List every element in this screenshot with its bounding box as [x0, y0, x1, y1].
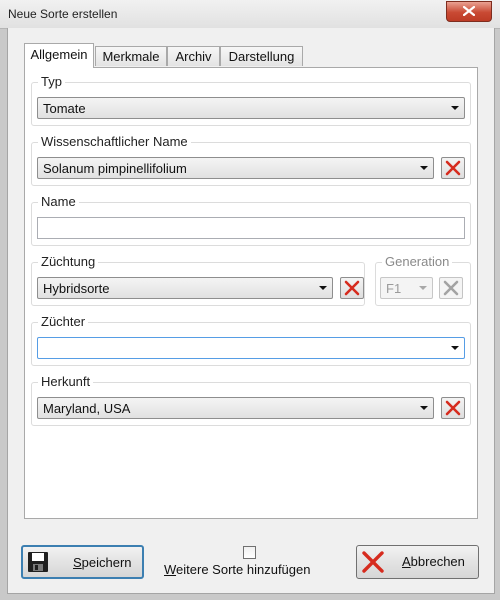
chevron-down-icon	[420, 406, 428, 410]
generation-dropdown: F1	[380, 277, 433, 299]
title-bar: Neue Sorte erstellen	[0, 0, 500, 29]
tab-merkmale[interactable]: Merkmale	[95, 46, 167, 66]
name-label: Name	[38, 194, 79, 210]
clear-gray-x-icon	[443, 280, 459, 296]
zuechtung-dropdown[interactable]: Hybridsorte	[37, 277, 333, 299]
clear-red-x-icon	[445, 160, 461, 176]
tab-panel-allgemein: Typ Tomate Wissenschaftlicher Name Solan…	[24, 67, 478, 519]
typ-dropdown[interactable]: Tomate	[37, 97, 465, 119]
close-icon	[463, 6, 475, 16]
tab-allgemein[interactable]: Allgemein	[24, 43, 94, 68]
chevron-down-icon	[451, 106, 459, 110]
clear-herkunft-button[interactable]	[441, 397, 465, 419]
group-herkunft: Herkunft Maryland, USA	[31, 374, 471, 426]
tab-darstellung[interactable]: Darstellung	[220, 46, 303, 66]
generation-value: F1	[386, 281, 402, 296]
clear-red-x-icon	[445, 400, 461, 416]
group-zuechter: Züchter	[31, 314, 471, 366]
typ-label: Typ	[38, 74, 65, 90]
window-close-button[interactable]	[446, 1, 492, 22]
clear-red-x-icon	[344, 280, 360, 296]
clear-zuechtung-button[interactable]	[340, 277, 364, 299]
zuechter-combobox[interactable]	[37, 337, 465, 359]
group-name: Name	[31, 194, 471, 246]
group-zuechtung: Züchtung Hybridsorte	[31, 254, 365, 306]
tab-archiv[interactable]: Archiv	[167, 46, 220, 66]
zuechtung-label: Züchtung	[38, 254, 99, 270]
wissenschaftlicher-name-value: Solanum pimpinellifolium	[43, 161, 187, 176]
cancel-button[interactable]: Abbrechen	[356, 545, 479, 579]
typ-value: Tomate	[43, 101, 86, 116]
wissenschaftlicher-name-dropdown[interactable]: Solanum pimpinellifolium	[37, 157, 434, 179]
generation-label: Generation	[382, 254, 453, 270]
cancel-label: Abbrechen	[402, 554, 465, 569]
chevron-down-icon	[420, 166, 428, 170]
herkunft-dropdown[interactable]: Maryland, USA	[37, 397, 434, 419]
save-label: Speichern	[73, 555, 132, 570]
zuechtung-value: Hybridsorte	[43, 281, 110, 296]
weitere-sorte-checkbox[interactable]	[243, 546, 256, 559]
cancel-red-x-icon	[362, 551, 384, 573]
clear-generation-button	[439, 277, 463, 299]
wissenschaftlicher-name-label: Wissenschaftlicher Name	[38, 134, 191, 150]
clear-wissenschaftlicher-name-button[interactable]	[441, 157, 465, 179]
group-wissenschaftlicher-name: Wissenschaftlicher Name Solanum pimpinel…	[31, 134, 471, 186]
group-generation: Generation F1	[375, 254, 471, 306]
chevron-down-icon	[451, 346, 459, 350]
chevron-down-icon	[419, 286, 427, 290]
group-typ: Typ Tomate	[31, 74, 471, 126]
floppy-disk-icon	[28, 552, 48, 572]
zuechter-label: Züchter	[38, 314, 89, 330]
name-input[interactable]	[37, 217, 465, 239]
herkunft-label: Herkunft	[38, 374, 94, 390]
herkunft-value: Maryland, USA	[43, 401, 131, 416]
save-button[interactable]: Speichern	[21, 545, 144, 579]
weitere-sorte-label[interactable]: Weitere Sorte hinzufügen	[164, 562, 310, 577]
chevron-down-icon	[319, 286, 327, 290]
window-title: Neue Sorte erstellen	[8, 7, 118, 21]
